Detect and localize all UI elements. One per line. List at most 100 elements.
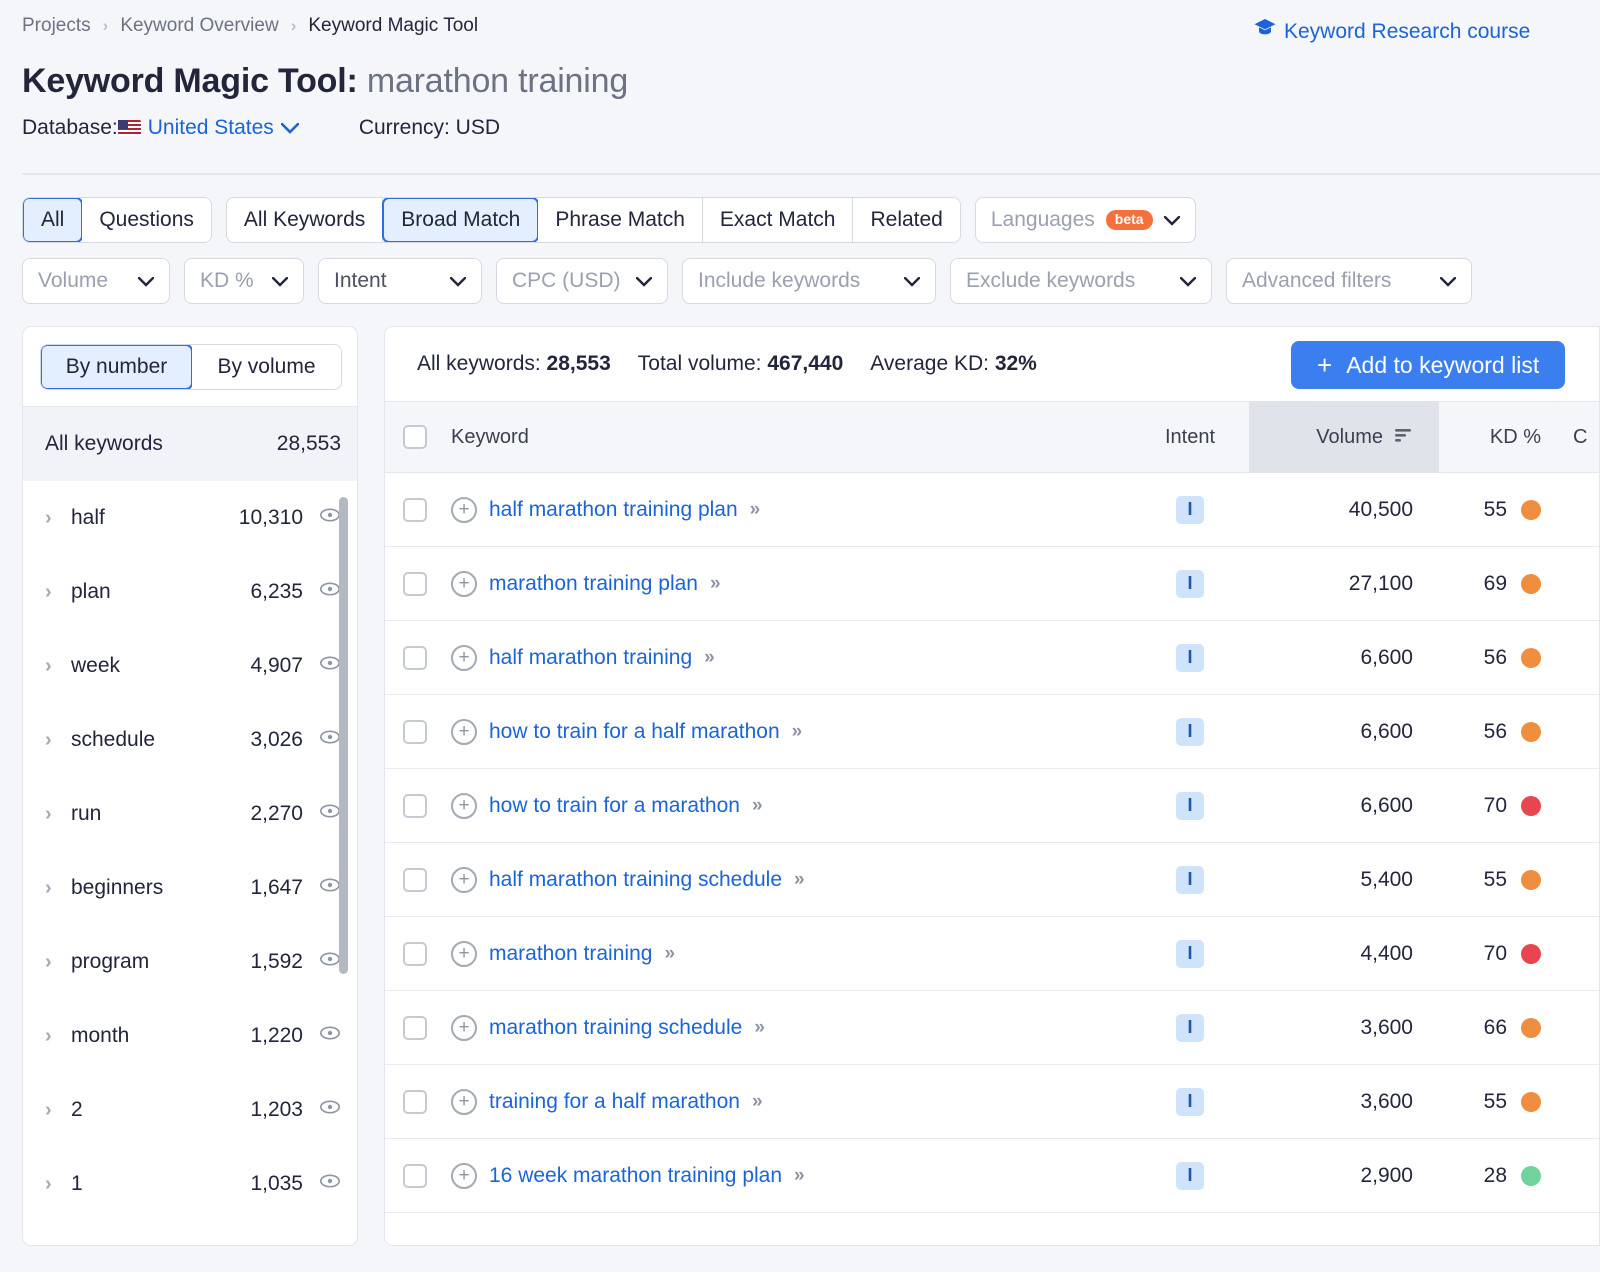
- sidebar-group-row[interactable]: › 1 1,035: [23, 1147, 357, 1221]
- table-row[interactable]: +16 week marathon training plan » I 2,900 28: [385, 1139, 1599, 1213]
- row-checkbox-cell[interactable]: [385, 571, 445, 596]
- double-chevron-right-icon[interactable]: »: [752, 1091, 762, 1113]
- eye-icon[interactable]: [319, 874, 341, 902]
- chevron-right-icon[interactable]: ›: [45, 729, 71, 752]
- chevron-right-icon[interactable]: ›: [45, 655, 71, 678]
- volume-filter[interactable]: Volume: [22, 258, 170, 304]
- row-checkbox[interactable]: [403, 497, 427, 522]
- chevron-right-icon[interactable]: ›: [45, 581, 71, 604]
- sidebar-item-all-keywords[interactable]: All keywords 28,553: [23, 407, 357, 481]
- row-checkbox-cell[interactable]: [385, 793, 445, 818]
- row-checkbox-cell[interactable]: [385, 1015, 445, 1040]
- intent-badge[interactable]: I: [1176, 643, 1204, 672]
- add-keyword-icon[interactable]: +: [451, 866, 477, 893]
- breadcrumb-item-keyword-overview[interactable]: Keyword Overview: [120, 14, 278, 38]
- intent-badge[interactable]: I: [1176, 939, 1204, 968]
- double-chevron-right-icon[interactable]: »: [664, 943, 674, 965]
- tab-all[interactable]: All: [22, 198, 84, 242]
- table-row[interactable]: + marathon training schedule » I 3,600 66: [385, 991, 1599, 1065]
- row-checkbox-cell[interactable]: [385, 645, 445, 670]
- add-keyword-icon[interactable]: +: [451, 718, 477, 745]
- select-all-checkbox-cell[interactable]: [385, 425, 445, 449]
- double-chevron-right-icon[interactable]: »: [754, 1017, 764, 1039]
- table-row[interactable]: + how to train for a marathon » I 6,600 70: [385, 769, 1599, 843]
- row-checkbox-cell[interactable]: [385, 497, 445, 522]
- add-keyword-icon[interactable]: +: [451, 1162, 477, 1189]
- table-row[interactable]: + marathon training plan » I 27,100 69: [385, 547, 1599, 621]
- add-keyword-icon[interactable]: +: [451, 940, 477, 967]
- row-checkbox[interactable]: [403, 645, 427, 670]
- intent-badge[interactable]: I: [1176, 1013, 1204, 1042]
- row-checkbox[interactable]: [403, 1015, 427, 1040]
- intent-badge[interactable]: I: [1176, 1161, 1204, 1190]
- add-keyword-icon[interactable]: +: [451, 1014, 477, 1041]
- sidebar-scrollbar[interactable]: [339, 497, 348, 974]
- chevron-right-icon[interactable]: ›: [45, 1099, 71, 1122]
- double-chevron-right-icon[interactable]: »: [704, 647, 714, 669]
- sidebar-group-row[interactable]: › plan 6,235: [23, 555, 357, 629]
- eye-icon[interactable]: [319, 1022, 341, 1050]
- advanced-filters[interactable]: Advanced filters: [1226, 258, 1472, 304]
- eye-icon[interactable]: [319, 948, 341, 976]
- tab-broad-match[interactable]: Broad Match: [382, 198, 540, 242]
- intent-badge[interactable]: I: [1176, 865, 1204, 894]
- chevron-right-icon[interactable]: ›: [45, 1173, 71, 1196]
- sidebar-group-row[interactable]: › run 2,270: [23, 777, 357, 851]
- table-row[interactable]: + marathon training » I 4,400 70: [385, 917, 1599, 991]
- eye-icon[interactable]: [319, 800, 341, 828]
- keyword-link[interactable]: 16 week marathon training plan: [489, 1164, 782, 1188]
- keyword-link[interactable]: training for a half marathon: [489, 1090, 740, 1114]
- sidebar-group-row[interactable]: › 2 1,203: [23, 1073, 357, 1147]
- add-keyword-icon[interactable]: +: [451, 570, 477, 597]
- sidebar-group-row[interactable]: › month 1,220: [23, 999, 357, 1073]
- double-chevron-right-icon[interactable]: »: [750, 499, 760, 521]
- cpc-filter[interactable]: CPC (USD): [496, 258, 668, 304]
- double-chevron-right-icon[interactable]: »: [794, 1165, 804, 1187]
- intent-badge[interactable]: I: [1176, 1087, 1204, 1116]
- tab-related[interactable]: Related: [853, 198, 960, 242]
- eye-icon[interactable]: [319, 726, 341, 754]
- table-row[interactable]: + training for a half marathon » I 3,600 55: [385, 1065, 1599, 1139]
- add-keyword-icon[interactable]: +: [451, 1088, 477, 1115]
- chevron-right-icon[interactable]: ›: [45, 507, 71, 530]
- languages-dropdown[interactable]: Languages beta: [974, 197, 1196, 243]
- eye-icon[interactable]: [319, 1096, 341, 1124]
- double-chevron-right-icon[interactable]: »: [710, 573, 720, 595]
- column-header-intent[interactable]: Intent: [1131, 426, 1249, 449]
- keyword-link[interactable]: how to train for a marathon: [489, 794, 740, 818]
- keyword-link[interactable]: marathon training plan: [489, 572, 698, 596]
- table-row[interactable]: + half marathon training plan » I 40,500 55: [385, 473, 1599, 547]
- database-selector[interactable]: United States: [117, 115, 300, 141]
- keyword-link[interactable]: half marathon training plan: [489, 498, 738, 522]
- row-checkbox-cell[interactable]: [385, 867, 445, 892]
- keyword-link[interactable]: how to train for a half marathon: [489, 720, 780, 744]
- keyword-link[interactable]: marathon training schedule: [489, 1016, 742, 1040]
- breadcrumb-item-projects[interactable]: Projects: [22, 14, 91, 38]
- kd-filter[interactable]: KD %: [184, 258, 304, 304]
- chevron-right-icon[interactable]: ›: [45, 951, 71, 974]
- eye-icon[interactable]: [319, 578, 341, 606]
- column-header-kd[interactable]: KD %: [1439, 426, 1559, 449]
- double-chevron-right-icon[interactable]: »: [794, 869, 804, 891]
- keyword-link[interactable]: half marathon training schedule: [489, 868, 782, 892]
- eye-icon[interactable]: [319, 1170, 341, 1198]
- row-checkbox[interactable]: [403, 1089, 427, 1114]
- row-checkbox-cell[interactable]: [385, 1089, 445, 1114]
- table-row[interactable]: + half marathon training » I 6,600 56: [385, 621, 1599, 695]
- add-to-keyword-list-button[interactable]: + Add to keyword list: [1291, 341, 1566, 389]
- eye-icon[interactable]: [319, 504, 341, 532]
- row-checkbox[interactable]: [403, 1163, 427, 1188]
- column-header-cpc[interactable]: C: [1559, 426, 1599, 449]
- exclude-keywords-filter[interactable]: Exclude keywords: [950, 258, 1212, 304]
- sidebar-group-row[interactable]: › program 1,592: [23, 925, 357, 999]
- row-checkbox[interactable]: [403, 793, 427, 818]
- chevron-right-icon[interactable]: ›: [45, 803, 71, 826]
- row-checkbox-cell[interactable]: [385, 941, 445, 966]
- tab-exact-match[interactable]: Exact Match: [702, 198, 854, 242]
- row-checkbox[interactable]: [403, 941, 427, 966]
- table-row[interactable]: + half marathon training schedule » I 5,400 5…: [385, 843, 1599, 917]
- intent-badge[interactable]: I: [1176, 791, 1204, 820]
- row-checkbox-cell[interactable]: [385, 719, 445, 744]
- column-header-keyword[interactable]: Keyword: [445, 426, 1131, 449]
- sidebar-group-row[interactable]: › week 4,907: [23, 629, 357, 703]
